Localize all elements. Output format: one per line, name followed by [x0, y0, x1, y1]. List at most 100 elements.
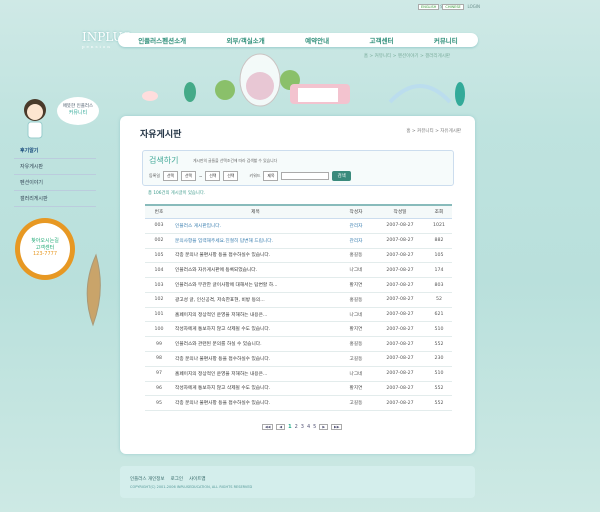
- table-row[interactable]: 95 각종 문의나 불편사항 등을 접수하실수 있습니다. 고길동 2007-08-2…: [145, 395, 452, 412]
- col-date: 작성일: [374, 204, 426, 219]
- table-row[interactable]: 003 인플러스 게시판입니다. 관리자 2007-08-27 1021: [145, 218, 452, 234]
- cell-num: 97: [145, 366, 173, 382]
- footer-privacy-link[interactable]: 인플러스 개인정보: [130, 476, 165, 482]
- menu-about[interactable]: 인플러스펜션소개: [138, 35, 186, 45]
- cell-views: 552: [426, 395, 452, 412]
- cell-title[interactable]: 홈페이지의 정상적인 운영을 저해하는 내용은...: [173, 307, 338, 323]
- cell-date: 2007-08-27: [374, 218, 426, 234]
- search-button[interactable]: 검색: [332, 171, 351, 181]
- field-select[interactable]: 제목: [263, 171, 279, 181]
- cell-date: 2007-08-27: [374, 336, 426, 353]
- cell-date: 2007-08-27: [374, 262, 426, 279]
- cell-num: 99: [145, 336, 173, 353]
- keyword-label: 키워드: [249, 173, 261, 178]
- decorative-scene: [142, 53, 465, 107]
- page-number[interactable]: 4: [307, 424, 310, 430]
- prev-page-button[interactable]: ◀: [276, 424, 286, 430]
- login-link[interactable]: LOGIN: [467, 4, 480, 9]
- sidebar-item-gallery[interactable]: 갤러리게시판: [14, 191, 96, 207]
- cell-author: 관리자: [338, 218, 374, 234]
- table-row[interactable]: 105 각종 문의나 불편사항 등을 접수하실수 있습니다. 홍길동 2007-08-…: [145, 248, 452, 264]
- col-num: 번호: [145, 204, 173, 219]
- cell-date: 2007-08-27: [374, 307, 426, 323]
- table-row[interactable]: 104 인플러스와 자유게시판에 등록되었습니다. 나그네 2007-08-27 174: [145, 262, 452, 279]
- bubble-line2: 커뮤니티: [68, 110, 88, 116]
- page-number[interactable]: 2: [295, 424, 298, 430]
- cell-author: 홍길동: [338, 336, 374, 353]
- menu-support[interactable]: 고객센터: [370, 35, 394, 45]
- table-row[interactable]: 99 인플러스와 관련된 문의를 하실 수 있습니다. 홍길동 2007-08-27 5…: [145, 336, 452, 353]
- month-select[interactable]: 선택: [181, 171, 197, 181]
- cell-views: 552: [426, 381, 452, 397]
- menu-reservation[interactable]: 예약안내: [305, 35, 329, 45]
- breadcrumb: 홈 > 커뮤니티 > 자유게시판: [406, 129, 461, 134]
- speech-bubble: 애뜻한 인플러스 커뮤니티: [57, 97, 99, 125]
- search-box: 검색하기 게시판의 글들을 선택조건에 따라 검색할 수 있습니다 등록일 선택…: [142, 150, 454, 186]
- cell-views: 882: [426, 233, 452, 249]
- cell-author: 관리자: [338, 233, 374, 249]
- pagination: ◀◀ ◀ 12345 ▶ ▶▶: [262, 424, 343, 430]
- last-page-button[interactable]: ▶▶: [331, 424, 343, 430]
- cell-title[interactable]: 인플러스와 무관한 글이사항에 대해서는 답변할 하...: [173, 277, 338, 293]
- cell-title[interactable]: 홈페이지의 정상적인 운영을 저해하는 내용은...: [173, 366, 338, 382]
- table-row[interactable]: 96 작성자에게 통보하지 않고 삭제될 수도 있습니다. 황지연 2007-08-2…: [145, 381, 452, 397]
- location-sign[interactable]: 찾아오시는길 고객센터 123-7777: [15, 218, 75, 280]
- page-number[interactable]: 5: [313, 424, 316, 430]
- year-select[interactable]: 선택: [163, 171, 179, 181]
- search-title: 검색하기: [149, 156, 179, 165]
- cell-title[interactable]: 각종 문의나 불편사항 등을 접수하실수 있습니다.: [173, 248, 338, 264]
- cell-author: 나그네: [338, 366, 374, 382]
- footer-login-link[interactable]: 로그인: [171, 476, 183, 482]
- keyword-input[interactable]: [281, 172, 330, 180]
- cell-author: 나그네: [338, 307, 374, 323]
- cell-views: 52: [426, 292, 452, 308]
- table-row[interactable]: 101 홈페이지의 정상적인 운영을 저해하는 내용은... 나그네 2007-08-…: [145, 307, 452, 323]
- next-page-button[interactable]: ▶: [319, 424, 329, 430]
- sign-phone: 123-7777: [32, 251, 58, 257]
- cell-title[interactable]: 작성자에게 통보하지 않고 삭제될 수도 있습니다.: [173, 381, 338, 397]
- table-row[interactable]: 002 문의사항을 입력해주세요.친절히 답변해 드립니다. 관리자 2007-08-…: [145, 233, 452, 249]
- table-row[interactable]: 100 작성자에게 통보하지 않고 삭제될 수도 있습니다. 황지연 2007-08-…: [145, 321, 452, 338]
- cell-date: 2007-08-27: [374, 292, 426, 308]
- cell-title[interactable]: 각종 문의나 불편사항 등을 접수하실수 있습니다.: [173, 351, 338, 367]
- cell-title[interactable]: 각종 문의나 불편사항 등을 접수하실수 있습니다.: [173, 395, 338, 412]
- cell-num: 96: [145, 381, 173, 397]
- sidebar-item-review[interactable]: 후기알기: [14, 143, 96, 159]
- table-row[interactable]: 102 광고성 글, 인신공격, 저속한표현, 비방 등의... 홍길동 2007-0…: [145, 292, 452, 308]
- sign-line1: 찾아오시는길: [31, 238, 59, 244]
- first-page-button[interactable]: ◀◀: [262, 424, 274, 430]
- post-count: 총 106건의 게시글이 있습니다.: [148, 191, 206, 196]
- cell-author: 홍길동: [338, 248, 374, 264]
- main-menu: 인플러스펜션소개 외부/객실소개 예약안내 고객센터 커뮤니티: [118, 33, 478, 47]
- menu-community[interactable]: 커뮤니티: [434, 35, 458, 45]
- col-views: 조회: [426, 204, 452, 219]
- year2-select[interactable]: 선택: [205, 171, 221, 181]
- page-number[interactable]: 3: [301, 424, 304, 430]
- page-title: 자유게시판: [140, 130, 182, 140]
- menu-rooms[interactable]: 외부/객실소개: [226, 35, 264, 45]
- cell-title[interactable]: 인플러스와 자유게시판에 등록되었습니다.: [173, 262, 338, 279]
- copyright: COPYRIGHT(C) 2001-2006 INPLUSEDUCATION, …: [130, 485, 253, 489]
- cell-views: 803: [426, 277, 452, 293]
- cell-views: 510: [426, 321, 452, 338]
- sidebar-item-story[interactable]: 펜션이야기: [14, 175, 96, 191]
- sidebar-item-free-board[interactable]: 자유게시판: [14, 159, 96, 175]
- cell-title[interactable]: 광고성 글, 인신공격, 저속한표현, 비방 등의...: [173, 292, 338, 308]
- month2-select[interactable]: 선택: [223, 171, 239, 181]
- table-row[interactable]: 98 각종 문의나 불편사항 등을 접수하실수 있습니다. 고길동 2007-08-2…: [145, 351, 452, 367]
- sidebar-menu: 후기알기 자유게시판 펜션이야기 갤러리게시판: [14, 143, 96, 207]
- chinese-button[interactable]: CHINESE: [442, 4, 464, 10]
- table-row[interactable]: 97 홈페이지의 정상적인 운영을 저해하는 내용은... 나그네 2007-08-2…: [145, 366, 452, 382]
- cell-title[interactable]: 인플러스 게시판입니다.: [173, 218, 338, 234]
- cell-title[interactable]: 작성자에게 통보하지 않고 삭제될 수도 있습니다.: [173, 321, 338, 338]
- cell-date: 2007-08-27: [374, 366, 426, 382]
- footer-sitemap-link[interactable]: 사이트맵: [189, 476, 206, 482]
- page-number[interactable]: 1: [288, 424, 291, 430]
- english-button[interactable]: ENGLISH: [418, 4, 440, 10]
- cell-views: 230: [426, 351, 452, 367]
- cell-title[interactable]: 인플러스와 관련된 문의를 하실 수 있습니다.: [173, 336, 338, 353]
- cell-num: 105: [145, 248, 173, 264]
- cell-num: 100: [145, 321, 173, 338]
- cell-title[interactable]: 문의사항을 입력해주세요.친절히 답변해 드립니다.: [173, 233, 338, 249]
- table-row[interactable]: 103 인플러스와 무관한 글이사항에 대해서는 답변할 하... 황지연 2007-…: [145, 277, 452, 293]
